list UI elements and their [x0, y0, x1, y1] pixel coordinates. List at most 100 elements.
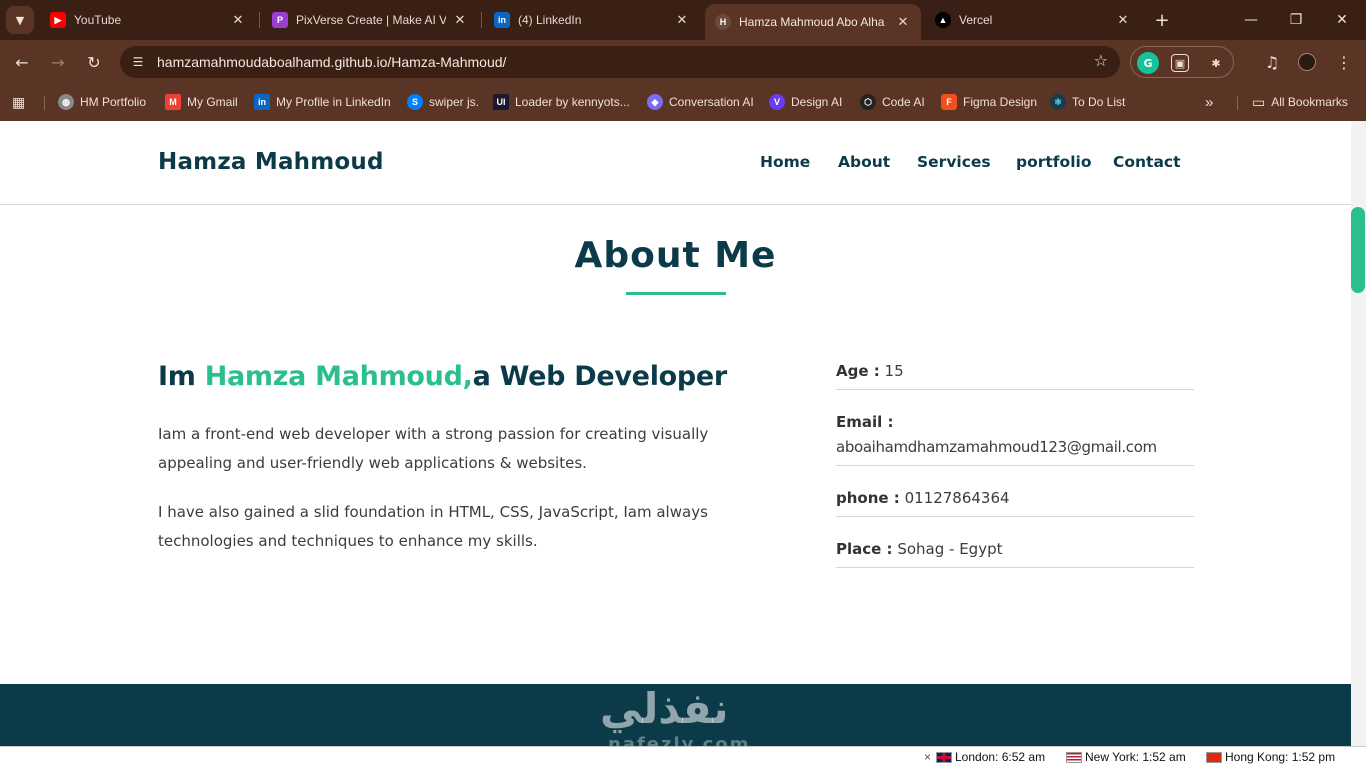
bookmark-design-ai[interactable]: V Design AI — [769, 92, 842, 112]
url-text[interactable]: hamzamahmoudaboalhamd.github.io/Hamza-Ma… — [157, 54, 506, 70]
info-label: phone : — [836, 489, 900, 507]
nav-about[interactable]: About — [838, 153, 890, 171]
bookmark-code-ai[interactable]: ⬡ Code AI — [860, 92, 925, 112]
nav-services[interactable]: Services — [917, 153, 991, 171]
bookmark-label: Code AI — [882, 95, 925, 109]
tab-search-button[interactable]: ▼ — [6, 6, 34, 34]
info-label: Place : — [836, 540, 893, 558]
bookmarks-bar: ▦ ◍ HM Portfolio M My Gmail in My Profil… — [0, 84, 1366, 121]
title-underline — [626, 292, 726, 295]
tab-linkedin[interactable]: in (4) LinkedIn ✕ — [484, 4, 700, 36]
uk-flag-icon — [936, 751, 952, 763]
clock-text: Hong Kong: 1:52 pm — [1225, 750, 1336, 764]
about-paragraph-2: I have also gained a slid foundation in … — [158, 503, 708, 550]
nav-portfolio[interactable]: portfolio — [1016, 153, 1091, 171]
nav-home[interactable]: Home — [760, 153, 810, 171]
site-logo[interactable]: Hamza Mahmoud — [158, 149, 384, 175]
tab-title: (4) LinkedIn — [518, 13, 582, 27]
close-icon[interactable]: × — [924, 749, 931, 765]
hk-flag-icon — [1206, 751, 1222, 763]
bookmark-label: Figma Design — [963, 95, 1038, 109]
avatar[interactable] — [1293, 48, 1321, 76]
bookmark-label: My Gmail — [187, 95, 238, 109]
tab-divider — [481, 12, 482, 28]
clock-hong-kong: Hong Kong: 1:52 pm — [1206, 749, 1335, 765]
info-label: Email : — [836, 413, 894, 431]
puzzle-icon[interactable]: ✱ — [1205, 52, 1227, 74]
site-info-icon[interactable]: ☰ — [128, 52, 148, 72]
tab-vercel[interactable]: ▲ Vercel ✕ — [925, 4, 1141, 36]
code-ai-icon: ⬡ — [860, 94, 876, 110]
tab-title: Hamza Mahmoud Abo Alha — [739, 15, 885, 29]
media-control-icon[interactable]: ♫ — [1258, 48, 1286, 76]
restore-icon[interactable]: ❐ — [1274, 6, 1318, 34]
bookmark-label: Conversation AI — [669, 95, 754, 109]
bookmark-label: HM Portfolio — [80, 95, 147, 109]
swiper-icon: S — [407, 94, 423, 110]
bookmark-label: swiper js. — [429, 95, 480, 109]
clock-text: New York: 1:52 am — [1085, 750, 1186, 764]
clock-text: London: 6:52 am — [955, 750, 1046, 764]
reload-icon[interactable]: ↻ — [80, 48, 108, 76]
bookmark-loader[interactable]: UI Loader by kennyots... — [493, 92, 630, 112]
linkedin-icon: in — [254, 94, 270, 110]
kebab-menu-icon[interactable]: ⋮ — [1330, 48, 1358, 76]
design-ai-icon: V — [769, 94, 785, 110]
extension-badge-icon[interactable]: ▣ — [1171, 54, 1189, 72]
tab-divider — [259, 12, 260, 28]
new-tab-button[interactable]: + — [1150, 8, 1174, 32]
address-bar[interactable]: ☰ hamzamahmoudaboalhamd.github.io/Hamza-… — [120, 46, 1120, 78]
us-flag-icon — [1066, 751, 1082, 763]
grammarly-icon[interactable]: G — [1137, 52, 1159, 74]
bookmark-conversation-ai[interactable]: ◆ Conversation AI — [647, 92, 754, 112]
extensions-group: G ▣ ✱ — [1130, 46, 1234, 78]
tab-portfolio-active[interactable]: H Hamza Mahmoud Abo Alha ✕ — [705, 4, 921, 40]
clock-new-york: New York: 1:52 am — [1066, 749, 1186, 765]
bookmark-label: Design AI — [791, 95, 843, 109]
info-place: Place : Sohag - Egypt — [836, 537, 1194, 568]
window-close-icon[interactable]: ✕ — [1320, 6, 1364, 34]
info-age: Age : 15 — [836, 359, 1194, 390]
intro-suffix: a Web Developer — [472, 361, 728, 392]
info-value: aboaihamdhamzamahmoud123@gmail.com — [836, 438, 1157, 456]
apps-grid-icon[interactable]: ▦ — [12, 92, 25, 112]
info-value: 15 — [884, 362, 904, 380]
info-value: 01127864364 — [904, 489, 1010, 507]
tab-strip: ▼ ▶ YouTube ✕ P PixVerse Create | Make A… — [0, 0, 1366, 40]
gmail-icon: M — [165, 94, 181, 110]
bookmark-label: Loader by kennyots... — [515, 95, 630, 109]
forward-icon[interactable]: → — [44, 48, 72, 76]
figma-icon: F — [941, 94, 957, 110]
minimize-icon[interactable]: — — [1229, 6, 1273, 34]
vercel-icon: ▲ — [935, 12, 951, 28]
tab-youtube[interactable]: ▶ YouTube ✕ — [40, 4, 256, 36]
about-paragraph-1: Iam a front-end web developer with a str… — [158, 425, 709, 472]
star-icon[interactable]: ☆ — [1094, 51, 1108, 70]
close-icon[interactable]: ✕ — [1115, 12, 1131, 28]
close-icon[interactable]: ✕ — [895, 14, 911, 30]
bookmark-divider — [44, 96, 45, 110]
tab-title: YouTube — [74, 13, 122, 27]
bookmark-my-gmail[interactable]: M My Gmail — [165, 92, 238, 112]
bookmark-figma[interactable]: F Figma Design — [941, 92, 1037, 112]
browser-toolbar: ← → ↻ ☰ hamzamahmoudaboalhamd.github.io/… — [0, 40, 1366, 84]
intro-name: Hamza Mahmoud, — [204, 361, 473, 392]
close-icon[interactable]: ✕ — [674, 12, 690, 28]
scrollbar-thumb[interactable] — [1351, 207, 1365, 293]
close-icon[interactable]: ✕ — [230, 12, 246, 28]
bookmark-todo[interactable]: ⚛ To Do List — [1050, 92, 1125, 112]
back-icon[interactable]: ← — [8, 48, 36, 76]
nav-contact[interactable]: Contact — [1113, 153, 1181, 171]
bookmark-linkedin[interactable]: in My Profile in LinkedIn — [254, 92, 391, 112]
section-title: About Me — [574, 235, 777, 276]
intro-heading: Im Hamza Mahmoud,a Web Developer — [158, 361, 727, 392]
bookmark-swiper[interactable]: S swiper js. — [407, 92, 479, 112]
bookmarks-overflow-button[interactable]: » — [1205, 92, 1213, 112]
bookmark-divider — [1237, 96, 1238, 110]
tab-pixverse[interactable]: P PixVerse Create | Make AI Vid ✕ — [262, 4, 478, 36]
close-icon[interactable]: ✕ — [452, 12, 468, 28]
folder-icon: ▭ — [1252, 93, 1266, 110]
all-bookmarks-button[interactable]: ▭ All Bookmarks — [1252, 92, 1348, 112]
bookmark-hm-portfolio[interactable]: ◍ HM Portfolio — [58, 92, 146, 112]
clock-london: London: 6:52 am — [936, 749, 1045, 765]
